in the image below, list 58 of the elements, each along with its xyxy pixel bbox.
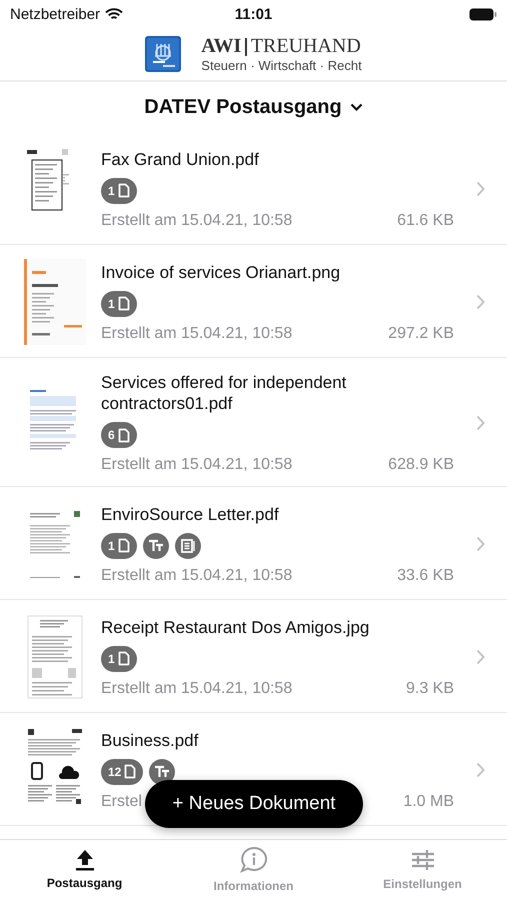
document-name: Receipt Restaurant Dos Amigos.jpg [101,616,370,638]
document-name: Services offered for independent contractors01.pdf [101,372,348,414]
clock-time: 11:01 [234,6,272,22]
text-recognition-icon [142,532,169,558]
page-count: 6 [108,428,115,442]
document-row[interactable]: Invoice of services Orianart.png 1 Erstellt am 15.04.21, 10:58 297.2 KB [0,245,507,358]
logo-icon [145,36,182,72]
chevron-right-icon [476,649,485,665]
file-size: 9.3 KB [406,680,454,698]
created-date: Erstellt am 15.04.21, 10:58 [101,324,292,342]
file-size: 33.6 KB [397,566,454,584]
document-icon [118,183,130,198]
document-name: Invoice of services Orianart.png [101,262,342,282]
document-row[interactable]: EnviroSource Letter.pdf 1 Erstellt am 15.04.21, 10:58 33.6 KB [0,487,507,600]
created-date: Erstel [101,792,142,810]
document-icon [118,538,130,553]
tab-item[interactable]: Postausgang [0,840,169,898]
file-size: 628.9 KB [388,456,454,474]
file-size: 61.6 KB [397,212,454,230]
document-row[interactable]: Receipt Restaurant Dos Amigos.jpg 1 Erstellt am 15.04.21, 10:58 9.3 KB [0,600,507,713]
brand-name: AWI [201,35,242,58]
document-row[interactable]: Fax Grand Union.pdf 1 Erstellt am 15.04.21, 10:58 61.6 KB [0,132,507,245]
page-count: 1 [108,184,115,198]
page-count: 1 [108,538,115,552]
scanned-document-icon [174,532,201,558]
wifi-icon [105,8,124,20]
created-date: Erstellt am 15.04.21, 10:58 [101,566,292,584]
page-count: 1 [108,652,115,666]
brand-tagline: Steuern · Wirtschaft · Recht [201,58,362,73]
document-icon [118,428,130,442]
upload-icon [74,848,94,870]
document-icon [118,296,130,311]
document-name: Fax Grand Union.pdf [101,148,260,170]
carrier-name: Netzbetreiber [10,6,100,22]
created-date: Erstellt am 15.04.21, 10:58 [101,680,292,698]
battery-icon [469,8,497,20]
created-date: Erstellt am 15.04.21, 10:58 [101,456,292,474]
brand-suffix: TREUHAND [250,35,361,58]
page-count: 12 [108,764,122,778]
chevron-right-icon [476,536,485,552]
info-icon [238,846,268,874]
chevron-right-icon [476,415,485,431]
document-icon [124,764,136,779]
settings-icon [410,848,436,872]
document-name: Business.pdf [101,730,200,750]
document-row[interactable]: Services offered for independent contractors01.pdf 6 Erstellt am 15.04.21, 10:58 628.9 KB [0,358,507,487]
folder-selector[interactable]: DATEV Postausgang [144,96,363,118]
new-document-button[interactable]: + Neues Dokument [145,780,363,828]
chevron-right-icon [476,181,485,197]
chevron-right-icon [476,294,485,310]
document-icon [118,651,130,666]
chevron-down-icon [350,103,363,111]
created-date: Erstellt am 15.04.21, 10:58 [101,212,292,230]
file-size: 1.0 MB [403,792,454,810]
document-name: EnviroSource Letter.pdf [101,504,280,524]
page-count: 1 [108,296,115,310]
chevron-right-icon [476,762,485,778]
file-size: 297.2 KB [388,324,454,342]
